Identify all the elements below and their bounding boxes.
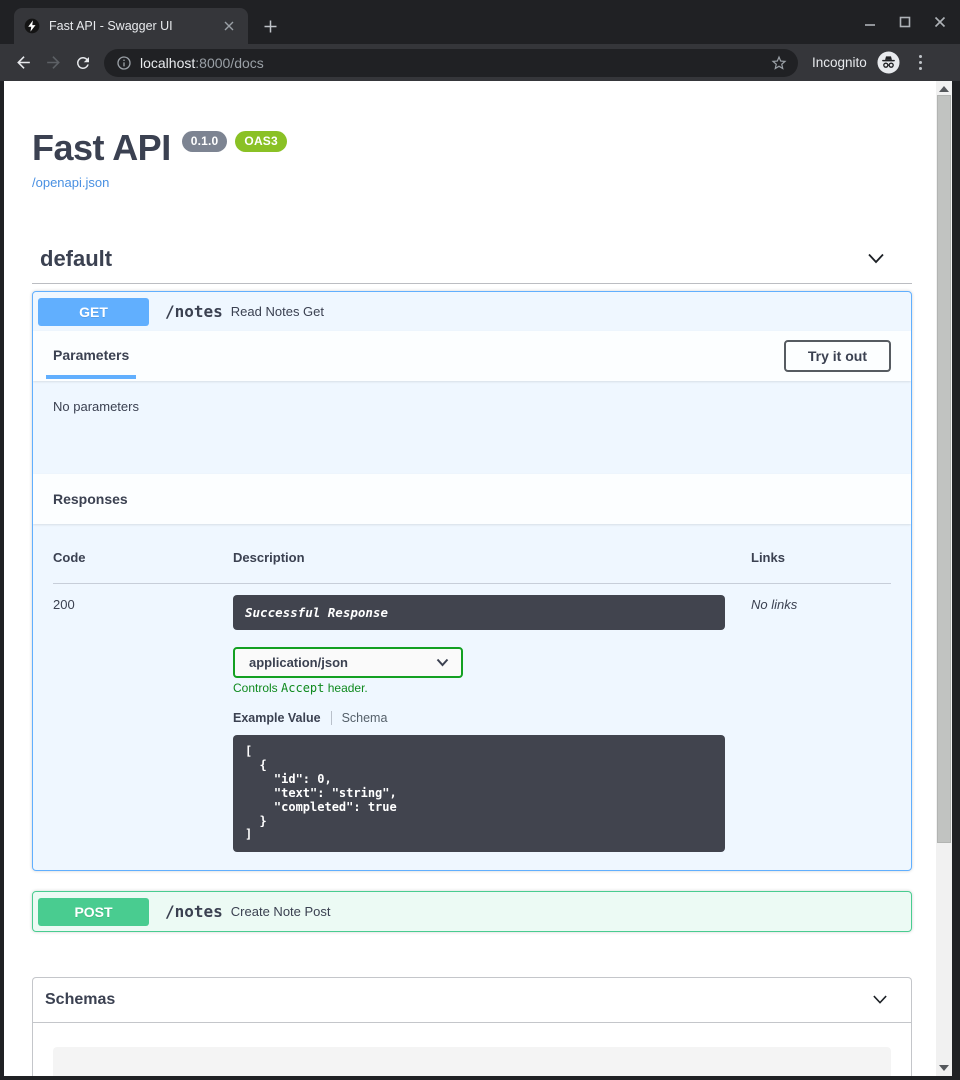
scrollbar-up-arrow-icon[interactable]: [939, 86, 949, 92]
tab-separator: [331, 711, 332, 725]
tab-title: Fast API - Swagger UI: [49, 19, 220, 33]
opblock-get-summary[interactable]: GET /notes Read Notes Get: [33, 292, 911, 331]
window-minimize-button[interactable]: [860, 12, 880, 32]
forward-button[interactable]: [38, 48, 68, 78]
model-name: Note: [73, 1074, 104, 1076]
schemas-body: Note: [33, 1023, 911, 1076]
url-path: :8000/docs: [195, 55, 264, 71]
incognito-label: Incognito: [812, 55, 867, 70]
tab-example-value[interactable]: Example Value: [233, 711, 321, 725]
url-host: localhost: [140, 55, 195, 71]
col-description: Description: [233, 550, 751, 565]
responses-table-header: Code Description Links: [53, 550, 891, 584]
opblock-get-notes: GET /notes Read Notes Get Parameters Try…: [32, 291, 912, 871]
openapi-spec-link[interactable]: /openapi.json: [32, 175, 109, 190]
window-maximize-button[interactable]: [895, 12, 915, 32]
browser-menu-icon[interactable]: [910, 52, 932, 74]
post-path: /notes: [165, 902, 223, 921]
response-description: Successful Response: [233, 595, 725, 630]
tag-section-default: default GET /notes Read Notes Get Parame…: [32, 244, 912, 932]
tag-name: default: [40, 246, 112, 272]
scrollbar-down-arrow-icon[interactable]: [939, 1065, 949, 1071]
tab-schema[interactable]: Schema: [342, 711, 388, 725]
page-viewport: Fast API 0.1.0 OAS3 /openapi.json defaul…: [4, 81, 936, 1076]
responses-body: Code Description Links 200 Successful Re…: [33, 524, 911, 870]
response-row-200: 200 Successful Response application/json…: [53, 584, 891, 852]
scrollbar-thumb[interactable]: [937, 95, 951, 843]
oas-badge: OAS3: [235, 131, 286, 152]
chevron-down-icon: [866, 251, 886, 267]
media-type-select[interactable]: application/json: [233, 647, 463, 678]
incognito-icon: [877, 51, 900, 74]
select-chevron-icon: [436, 658, 449, 667]
parameters-tab: Parameters: [46, 347, 136, 365]
version-badge: 0.1.0: [182, 131, 228, 152]
fastapi-favicon-icon: [24, 18, 40, 34]
no-parameters-text: No parameters: [53, 399, 139, 414]
back-button[interactable]: [8, 48, 38, 78]
browser-toolbar: localhost:8000/docs Incognito: [0, 44, 960, 81]
bookmark-star-icon[interactable]: [768, 52, 790, 74]
parameters-header: Parameters Try it out: [33, 331, 911, 381]
site-info-icon[interactable]: [116, 55, 132, 71]
model-row-note[interactable]: Note: [53, 1047, 891, 1076]
url-text: localhost:8000/docs: [140, 55, 768, 71]
accept-header-hint: Controls Accept header.: [233, 681, 751, 695]
parameters-label: Parameters: [53, 347, 129, 363]
get-method-button: GET: [38, 298, 149, 326]
api-title-row: Fast API 0.1.0 OAS3: [32, 127, 912, 169]
responses-header: Responses: [33, 474, 911, 524]
parameters-body: No parameters: [33, 381, 911, 474]
col-code: Code: [53, 550, 233, 565]
schemas-section: Schemas Note: [32, 977, 912, 1076]
schemas-header[interactable]: Schemas: [33, 978, 911, 1023]
response-code: 200: [53, 595, 233, 852]
opblock-post-summary[interactable]: POST /notes Create Note Post: [33, 892, 911, 931]
window-close-button[interactable]: [930, 12, 950, 32]
tag-header-default[interactable]: default: [32, 244, 912, 274]
response-links: No links: [751, 595, 891, 852]
example-schema-tabs: Example Value Schema: [233, 711, 751, 725]
schemas-title: Schemas: [45, 991, 115, 1009]
tab-close-icon[interactable]: [220, 17, 238, 35]
api-info: Fast API 0.1.0 OAS3 /openapi.json: [32, 127, 912, 192]
chevron-down-icon: [871, 993, 889, 1007]
chevron-right-icon: [121, 1075, 131, 1076]
media-type-value: application/json: [249, 655, 348, 670]
col-links: Links: [751, 550, 891, 565]
responses-label: Responses: [46, 491, 128, 507]
window-controls: [860, 12, 950, 32]
get-path: /notes: [165, 302, 223, 321]
tag-divider: [32, 283, 912, 284]
try-it-out-button[interactable]: Try it out: [784, 340, 891, 372]
reload-button[interactable]: [68, 48, 98, 78]
post-summary-text: Create Note Post: [231, 904, 331, 919]
page-title: Fast API: [32, 127, 171, 169]
page-scrollbar[interactable]: [936, 81, 952, 1076]
address-bar[interactable]: localhost:8000/docs: [104, 49, 798, 77]
get-summary-text: Read Notes Get: [231, 304, 324, 319]
opblock-post-notes: POST /notes Create Note Post: [32, 891, 912, 932]
browser-titlebar: Fast API - Swagger UI: [0, 0, 960, 44]
browser-tab[interactable]: Fast API - Swagger UI: [14, 8, 248, 44]
new-tab-button[interactable]: [260, 16, 280, 36]
example-json-block: [ { "id": 0, "text": "string", "complete…: [233, 735, 725, 852]
post-method-button: POST: [38, 898, 149, 926]
